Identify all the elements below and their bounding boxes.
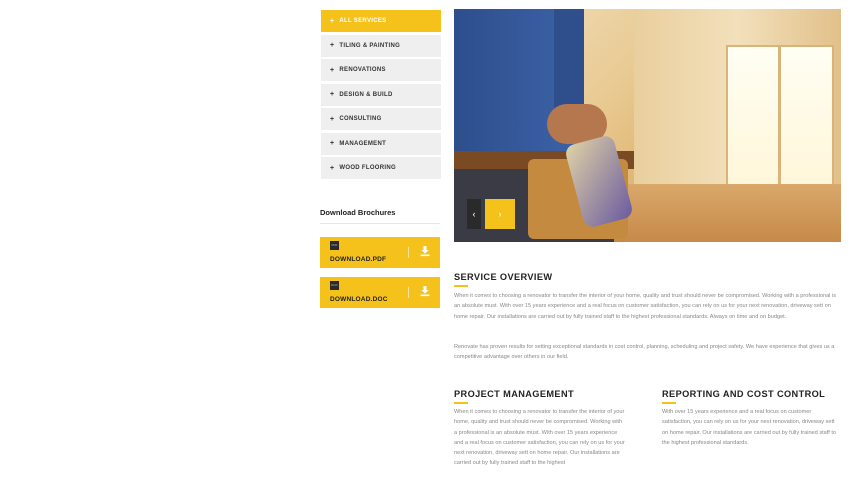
slider-prev-button[interactable]: ‹: [467, 199, 481, 229]
sidebar-item-all-services[interactable]: + ALL SERVICES: [321, 10, 441, 32]
plus-icon: +: [330, 140, 335, 147]
overview-paragraph-1: When it comes to choosing a renovator to…: [454, 293, 837, 320]
reporting-cost-control-title: REPORTING AND COST CONTROL: [662, 389, 826, 399]
plus-icon: +: [330, 91, 335, 98]
doc-file-icon: DOC: [330, 281, 339, 290]
sidebar-item-label: TILING & PAINTING: [339, 42, 401, 49]
sidebar-item-label: DESIGN & BUILD: [339, 91, 393, 98]
services-list: + ALL SERVICES + TILING & PAINTING + REN…: [321, 10, 441, 182]
heading-underline: [662, 402, 676, 404]
button-divider: [408, 247, 409, 258]
sidebar-item-label: MANAGEMENT: [339, 140, 387, 147]
sidebar-item-consulting[interactable]: + CONSULTING: [321, 108, 441, 130]
download-icon: [420, 286, 430, 297]
plus-icon: +: [330, 164, 335, 172]
slider-next-button[interactable]: ›: [485, 199, 515, 229]
heading-underline: [454, 285, 468, 287]
sidebar-item-label: CONSULTING: [339, 116, 382, 122]
plus-icon: +: [330, 42, 335, 49]
sidebar-item-wood-flooring[interactable]: + WOOD FLOORING: [321, 157, 441, 179]
sidebar-item-tiling-painting[interactable]: + TILING & PAINTING: [321, 34, 441, 57]
project-management-title: PROJECT MANAGEMENT: [454, 389, 575, 399]
download-doc-button[interactable]: DOC DOWNLOAD.DOC: [320, 277, 440, 308]
download-pdf-button[interactable]: PDF DOWNLOAD.PDF: [320, 237, 440, 268]
heading-underline: [454, 402, 468, 404]
plus-icon: +: [330, 66, 335, 74]
sidebar-item-design-build[interactable]: + DESIGN & BUILD: [321, 83, 441, 106]
plus-icon: +: [330, 17, 335, 25]
download-label: DOWNLOAD.PDF: [330, 256, 387, 263]
pdf-file-icon: PDF: [330, 241, 339, 250]
button-divider: [408, 287, 409, 298]
room-window: [726, 45, 834, 205]
sidebar-item-renovations[interactable]: + RENOVATIONS: [321, 59, 441, 81]
project-management-text: When it comes to choosing a renovator to…: [454, 409, 625, 467]
sidebar-item-label: RENOVATIONS: [339, 67, 386, 73]
brochures-title: Download Brochures: [320, 208, 396, 217]
sidebar-item-label: ALL SERVICES: [339, 18, 387, 24]
download-label: DOWNLOAD.DOC: [330, 296, 388, 303]
plus-icon: +: [330, 115, 335, 123]
service-overview-title: SERVICE OVERVIEW: [454, 272, 553, 282]
overview-paragraph-2: Renovate has proven results for setting …: [454, 344, 835, 361]
sidebar-item-label: WOOD FLOORING: [339, 165, 396, 171]
divider: [320, 223, 440, 224]
sidebar-item-management[interactable]: + MANAGEMENT: [321, 132, 441, 155]
reporting-cost-control-text: With over 15 years experience and a real…: [662, 409, 837, 446]
download-icon: [420, 246, 430, 257]
